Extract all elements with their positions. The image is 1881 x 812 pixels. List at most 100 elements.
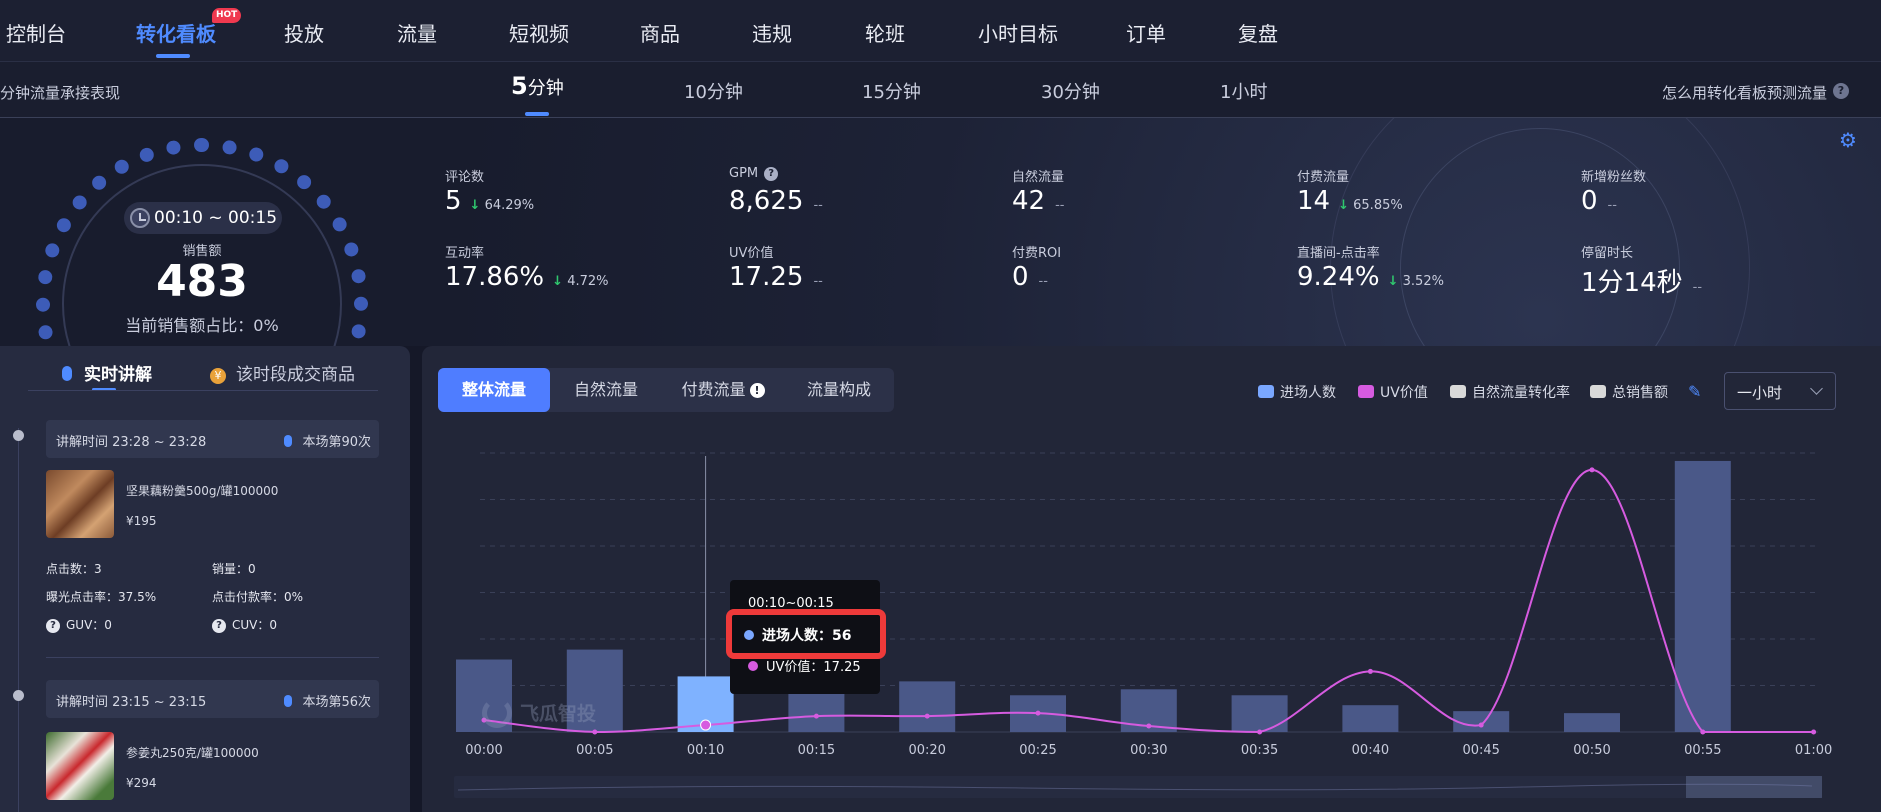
product-image[interactable] xyxy=(46,470,114,538)
zoom-slider-handle xyxy=(1686,776,1822,798)
x-tick-label: 00:00 xyxy=(465,743,502,758)
session-time: 讲解时间 23:28 ~ 23:28 xyxy=(56,435,207,450)
session-count-text: 本场第56次 xyxy=(302,695,371,710)
metric-comments: 评论数 5 ↓ 64.29% xyxy=(445,166,534,216)
tab-live-explanation[interactable]: 实时讲解 xyxy=(62,360,152,385)
nav-item-review[interactable]: 复盘 xyxy=(1238,18,1278,47)
interval-unit: 分钟 xyxy=(1063,82,1100,103)
metric-value: 0 xyxy=(1581,186,1598,216)
clock-icon xyxy=(130,208,150,228)
session-header: 讲解时间 23:28 ~ 23:28 本场第90次 xyxy=(46,420,379,458)
interval-unit: 分钟 xyxy=(884,82,921,103)
metric-label-wrap: GPM? xyxy=(729,166,823,186)
help-icon[interactable]: ? xyxy=(1833,83,1849,99)
x-tick-label: 00:10 xyxy=(687,743,724,758)
chart-point xyxy=(1257,729,1263,735)
stat-clicks: 点击数：3 xyxy=(46,562,102,576)
interval-number: 10 xyxy=(684,82,707,103)
chart-point xyxy=(924,713,930,719)
tab-period-products[interactable]: ¥ 该时段成交商品 xyxy=(210,360,355,385)
tooltip-row-visitors: 进场人数：56 xyxy=(744,625,851,645)
metric-natural-traffic: 自然流量 42 -- xyxy=(1012,166,1064,216)
chart-point xyxy=(1367,668,1373,674)
timeline-line xyxy=(18,428,19,812)
product-name[interactable]: 参姜丸250克/罐100000 xyxy=(126,744,259,761)
interval-unit: 分钟 xyxy=(706,82,743,103)
microphone-icon xyxy=(284,695,293,707)
chart-bar xyxy=(1564,713,1620,732)
session-count: 本场第90次 xyxy=(284,431,371,450)
interval-number: 5 xyxy=(511,72,528,100)
help-icon[interactable]: ? xyxy=(764,167,779,181)
nav-item-short-video[interactable]: 短视频 xyxy=(509,18,569,47)
metric-label: 停留时长 xyxy=(1581,246,1634,261)
interval-10min[interactable]: 10分钟 xyxy=(684,78,743,104)
metric-value: 8,625 xyxy=(729,186,804,216)
nav-item-console[interactable]: 控制台 xyxy=(6,18,66,47)
help-icon[interactable]: ? xyxy=(212,619,226,633)
sales-value: 483 xyxy=(156,256,248,307)
metric-label: 自然流量 xyxy=(1012,170,1065,185)
chart-bar xyxy=(1231,695,1288,732)
metric-interaction-rate: 互动率 17.86% ↓ 4.72% xyxy=(445,242,609,292)
nav-item-orders[interactable]: 订单 xyxy=(1126,18,1166,47)
stat-sales: 销量：0 xyxy=(212,562,256,576)
nav-item-violations[interactable]: 违规 xyxy=(752,18,792,47)
interval-1hour[interactable]: 1小时 xyxy=(1220,78,1267,104)
interval-unit: 小时 xyxy=(1231,82,1268,103)
nav-active-indicator xyxy=(156,54,190,58)
x-tick-label: 00:25 xyxy=(1019,743,1056,758)
metric-value: 17.25 xyxy=(729,262,804,292)
metric-change: ↓ 4.72% xyxy=(552,274,608,289)
stats-band: ⚙ 00:10 ~ 00:15 销售额 483 当前销售额占比：0% 评论数 5… xyxy=(0,118,1881,346)
interval-15min[interactable]: 15分钟 xyxy=(862,78,921,104)
metric-change: ↓ 3.52% xyxy=(1388,274,1444,289)
product-image[interactable] xyxy=(46,732,114,800)
interval-active-indicator xyxy=(525,112,549,116)
chart-point xyxy=(813,713,819,719)
product-price: ¥294 xyxy=(126,776,157,790)
x-tick-label: 00:20 xyxy=(908,743,945,758)
timeline-dot xyxy=(13,690,24,701)
nav-item-ads[interactable]: 投放 xyxy=(284,18,324,47)
help-icon[interactable]: ? xyxy=(46,619,60,633)
metric-value: 17.86% xyxy=(445,262,545,292)
chart-bar xyxy=(899,681,956,732)
chart-bar xyxy=(1453,711,1510,732)
gear-icon[interactable]: ⚙ xyxy=(1839,130,1859,150)
metric-dash: -- xyxy=(1055,198,1065,213)
chart-point xyxy=(700,719,712,731)
tooltip-highlight-box: 进场人数：56 xyxy=(726,609,886,659)
metric-change: ↓ 65.85% xyxy=(1338,198,1403,213)
metric-dash: -- xyxy=(1038,274,1048,289)
nav-item-shifts[interactable]: 轮班 xyxy=(865,18,905,47)
metric-gpm: GPM? 8,625 -- xyxy=(729,166,823,216)
traffic-chart[interactable]: 00:00 00:05 00:10 00:15 00:20 00:25 00:30 00:35… xyxy=(422,346,1881,812)
tab-label: 该时段成交商品 xyxy=(236,365,355,385)
help-link[interactable]: 怎么用转化看板预测流量 xyxy=(1662,82,1827,103)
chart-point xyxy=(1478,722,1484,728)
microphone-icon xyxy=(62,366,72,381)
nav-item-traffic[interactable]: 流量 xyxy=(397,18,437,47)
nav-item-hourly-goal[interactable]: 小时目标 xyxy=(978,18,1058,47)
top-nav: 控制台 转化看板 HOT 投放 流量 短视频 商品 违规 轮班 小时目标 订单 … xyxy=(0,0,1881,62)
interval-30min[interactable]: 30分钟 xyxy=(1041,78,1100,104)
metric-dash: -- xyxy=(813,274,823,289)
nav-item-conversion-board[interactable]: 转化看板 xyxy=(136,18,216,47)
metric-dash: -- xyxy=(813,198,823,213)
product-name[interactable]: 坚果藕粉羹500g/罐100000 xyxy=(126,482,278,499)
session-time: 讲解时间 23:15 ~ 23:15 xyxy=(56,695,207,710)
chart-bar xyxy=(1674,460,1731,732)
divider xyxy=(28,390,378,391)
metric-value: 0 xyxy=(1012,262,1029,292)
interval-5min[interactable]: 5分钟 xyxy=(511,72,564,100)
interval-unit: 分钟 xyxy=(527,78,564,99)
chart-point xyxy=(592,729,598,735)
down-arrow-icon: ↓ xyxy=(1338,198,1349,213)
metric-label: 互动率 xyxy=(445,246,485,261)
metric-dash: -- xyxy=(1692,280,1703,295)
nav-item-products[interactable]: 商品 xyxy=(640,18,680,47)
interval-bar: 分钟流量承接表现 5分钟 10分钟 15分钟 30分钟 1小时 怎么用转化看板预… xyxy=(0,62,1881,118)
metric-uv-value: UV价值 17.25 -- xyxy=(729,242,823,292)
watermark: 飞瓜智投 xyxy=(482,698,596,728)
